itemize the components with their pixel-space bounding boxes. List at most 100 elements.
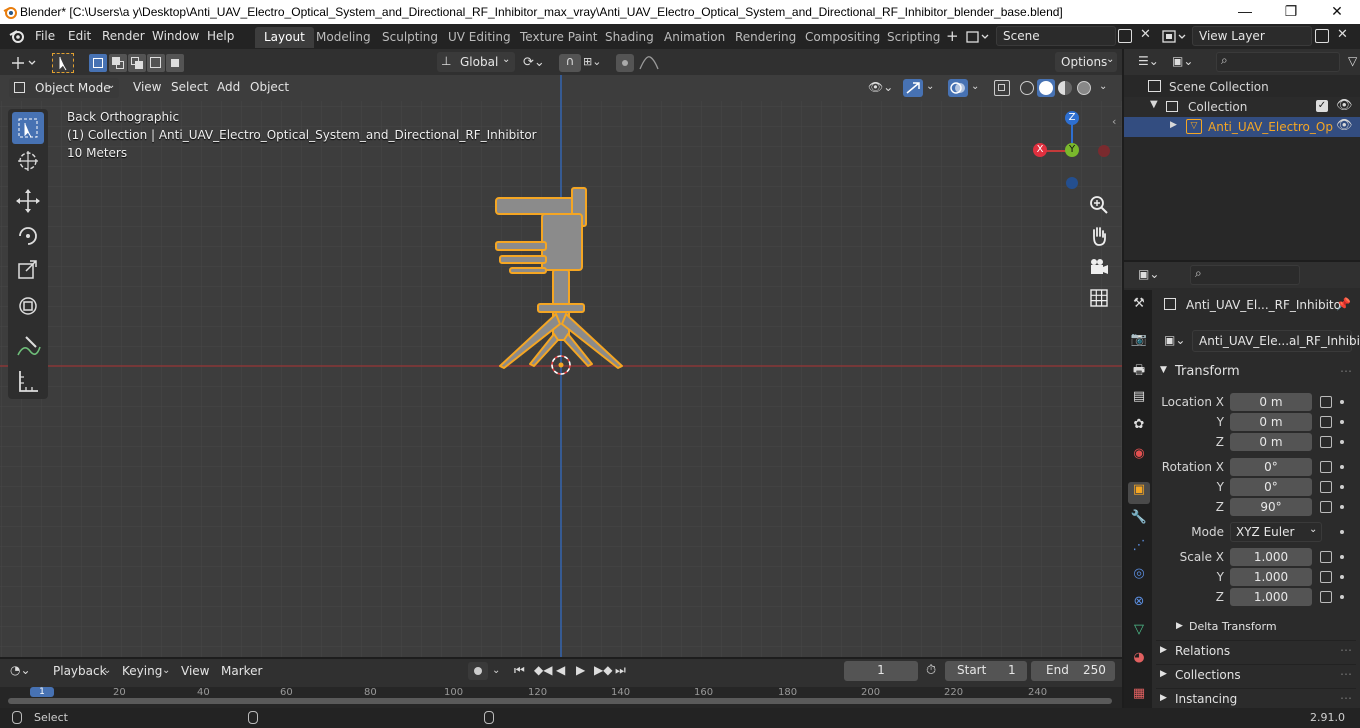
timeline-menu-marker[interactable]: Marker (215, 662, 268, 682)
new-scene-icon[interactable] (1118, 29, 1132, 43)
lock-icon[interactable] (1320, 396, 1332, 408)
start-frame-field[interactable]: Start 1 (945, 661, 1027, 681)
properties-search-input[interactable]: ⌕ (1190, 265, 1300, 285)
filter-icon[interactable]: ▽ (1348, 54, 1357, 68)
keyframe-dot-icon[interactable] (1340, 485, 1344, 489)
menu-window[interactable]: Window (152, 29, 199, 43)
eye-icon[interactable]: 👁 (1336, 118, 1353, 133)
scene-icon[interactable] (966, 29, 990, 45)
transform-tool-icon[interactable] (12, 290, 44, 322)
properties-editor-icon[interactable]: ▣⌄ (1138, 267, 1159, 281)
annotate-tool-icon[interactable] (12, 331, 44, 363)
prev-keyframe-icon[interactable]: ◆◀ (534, 663, 552, 677)
collections-panel-header[interactable]: ▶ Collections ⋯ (1156, 664, 1356, 686)
lock-icon[interactable] (1320, 571, 1332, 583)
keyframe-dot-icon[interactable] (1340, 505, 1344, 509)
3d-cursor[interactable] (549, 353, 575, 379)
lock-icon[interactable] (1320, 416, 1332, 428)
keyframe-dot-icon[interactable] (1340, 465, 1344, 469)
drag-handle-icon[interactable]: ⋯ (1340, 643, 1352, 657)
menu-help[interactable]: Help (207, 29, 234, 43)
lock-icon[interactable] (1320, 436, 1332, 448)
outliner-editor-icon[interactable]: ☰⌄ (1138, 54, 1159, 68)
tab-scripting[interactable]: Scripting (878, 27, 949, 48)
chevron-down-icon[interactable]: ⌄ (492, 665, 500, 676)
tab-layout[interactable]: Layout (255, 27, 314, 48)
menu-render[interactable]: Render (102, 29, 145, 43)
keyframe-dot-icon[interactable] (1340, 400, 1344, 404)
modifier-tab-icon[interactable]: 🔧 (1128, 510, 1150, 532)
instancing-panel-header[interactable]: ▶ Instancing ⋯ (1156, 688, 1356, 710)
lock-icon[interactable] (1320, 481, 1332, 493)
rotate-tool-icon[interactable] (12, 220, 44, 252)
outliner-search-input[interactable]: ⌕ (1216, 52, 1340, 72)
data-browse-icon[interactable]: ▣⌄ (1164, 333, 1185, 347)
lock-icon[interactable] (1320, 551, 1332, 563)
scale-y-field[interactable]: 1.000 (1230, 568, 1312, 586)
minimize-button[interactable]: — (1222, 0, 1268, 24)
jump-start-icon[interactable]: ⏮ (514, 663, 525, 678)
close-button[interactable]: ✕ (1314, 0, 1360, 24)
view-layer-tab-icon[interactable]: ▤ (1128, 389, 1150, 411)
lock-icon[interactable] (1320, 591, 1332, 603)
current-frame-field[interactable]: 1 (844, 661, 918, 681)
display-mode-icon[interactable]: ▣⌄ (1172, 54, 1193, 68)
scene-field[interactable]: Scene (996, 26, 1116, 46)
stopwatch-icon[interactable]: ⏱ (926, 663, 936, 678)
playhead[interactable]: 1 (30, 687, 54, 697)
drag-handle-icon[interactable]: ⋯ (1340, 667, 1352, 681)
drag-handle-icon[interactable]: ⋯ (1340, 691, 1352, 705)
zoom-icon[interactable] (1086, 192, 1112, 218)
texture-tab-icon[interactable]: ▦ (1128, 686, 1150, 708)
timeline-menu-view[interactable]: View (175, 662, 215, 682)
cursor-tool-icon[interactable] (12, 145, 44, 177)
tab-compositing[interactable]: Compositing (796, 27, 889, 48)
scale-tool-icon[interactable] (12, 255, 44, 287)
keyframe-dot-icon[interactable] (1340, 420, 1344, 424)
gizmo-z-axis[interactable]: Z (1065, 111, 1079, 125)
delete-view-layer-icon[interactable]: ✕ (1337, 27, 1348, 42)
physics-tab-icon[interactable]: ◎ (1128, 566, 1150, 588)
rotation-z-field[interactable]: 90° (1230, 498, 1312, 516)
tab-sculpting[interactable]: Sculpting (373, 27, 447, 48)
material-tab-icon[interactable]: ◕ (1128, 650, 1150, 672)
perspective-grid-icon[interactable] (1086, 285, 1112, 311)
delete-scene-icon[interactable]: ✕ (1140, 27, 1151, 42)
transform-panel-header[interactable]: ▼ Transform ⋯ (1156, 362, 1356, 384)
view-layer-icon[interactable] (1162, 29, 1188, 45)
jump-end-icon[interactable]: ⏭ (615, 663, 626, 678)
lock-icon[interactable] (1320, 501, 1332, 513)
select-box-tool-icon[interactable] (12, 112, 44, 144)
keyframe-dot-icon[interactable] (1340, 530, 1344, 534)
object-tab-icon[interactable]: ▣ (1128, 482, 1150, 504)
pan-hand-icon[interactable] (1086, 223, 1112, 249)
render-tab-icon[interactable]: 📷 (1128, 332, 1150, 354)
drag-handle-icon[interactable]: ⋯ (1340, 364, 1352, 378)
lock-icon[interactable] (1320, 461, 1332, 473)
data-tab-icon[interactable]: ▽ (1128, 622, 1150, 644)
relations-panel-header[interactable]: ▶ Relations ⋯ (1156, 640, 1356, 662)
expand-arrow-icon[interactable]: ▼ (1150, 99, 1158, 110)
location-y-field[interactable]: 0 m (1230, 413, 1312, 431)
view-layer-field[interactable]: View Layer (1192, 26, 1312, 46)
pin-icon[interactable]: 📌 (1336, 297, 1351, 311)
tab-modeling[interactable]: Modeling (307, 27, 380, 48)
add-workspace-icon[interactable]: + (946, 27, 959, 45)
blender-menu-icon[interactable] (9, 28, 25, 44)
gizmo-x-axis[interactable]: X (1033, 143, 1047, 157)
tab-animation[interactable]: Animation (655, 27, 734, 48)
keyframe-dot-icon[interactable] (1340, 595, 1344, 599)
constraints-tab-icon[interactable]: ⊗ (1128, 594, 1150, 616)
timeline-menu-keying[interactable]: Keying (116, 662, 168, 682)
outliner-row-scene-collection[interactable]: Scene Collection (1124, 77, 1360, 97)
location-z-field[interactable]: 0 m (1230, 433, 1312, 451)
play-icon[interactable]: ▶ (576, 663, 585, 677)
next-keyframe-icon[interactable]: ▶◆ (594, 663, 612, 677)
timeline-ruler[interactable]: 1 20 40 60 80 100 120 140 160 180 200 22… (0, 687, 1122, 708)
scale-z-field[interactable]: 1.000 (1230, 588, 1312, 606)
keyframe-dot-icon[interactable] (1340, 440, 1344, 444)
delta-transform-subpanel[interactable]: ▶ Delta Transform (1156, 618, 1356, 640)
keyframe-dot-icon[interactable] (1340, 555, 1344, 559)
particles-tab-icon[interactable]: ⋰ (1128, 538, 1150, 560)
measure-tool-icon[interactable] (12, 365, 44, 397)
